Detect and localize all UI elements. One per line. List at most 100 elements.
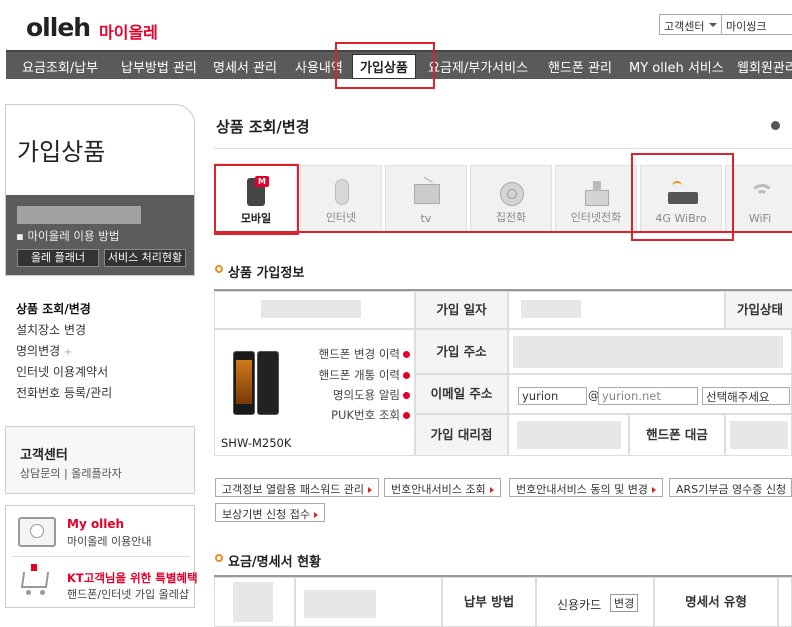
telephone-icon [498, 178, 526, 208]
mouse-icon [328, 178, 356, 208]
shopping-cart-icon [20, 564, 52, 598]
tab-tv-label: tv [420, 212, 432, 225]
ars-receipt-button[interactable]: ARS기부금 영수증 신청 [669, 478, 792, 497]
tv-icon [413, 176, 441, 208]
email-domain-select[interactable]: 선택해주세요 [702, 387, 790, 405]
how-to-use-link[interactable]: ▪ 마이올레 이용 방법 [16, 228, 119, 244]
billing-redacted-1 [233, 582, 273, 622]
agency-cell [508, 414, 629, 456]
kt-promo-sub[interactable]: 핸드폰/인터넷 가입 올레샵 [67, 586, 189, 602]
tab-internet[interactable]: 인터넷 [300, 165, 382, 232]
link-separator: | [63, 467, 68, 480]
sidebar-header-box: 가입상품 ▪ 마이올레 이용 방법 올레 플래너 서비스 처리현황 [5, 104, 195, 276]
wifi-icon [748, 178, 776, 208]
help-dot-icon[interactable] [771, 121, 780, 130]
tab-tv[interactable]: tv [385, 165, 467, 232]
number-guide-consent-button[interactable]: 번호안내서비스 동의 및 변경 [509, 478, 663, 497]
sidebar-item-phone-register[interactable]: 전화번호 등록/관리 [16, 384, 112, 401]
join-date-cell [508, 291, 725, 329]
arrow-icon [403, 372, 410, 379]
nav-statement[interactable]: 명세서 관리 [213, 57, 277, 76]
btn-label: ARS기부금 영수증 신청 [676, 483, 787, 496]
btn-label: 번호안내서비스 동의 및 변경 [516, 483, 648, 496]
highlight-box-mobile [214, 164, 299, 235]
arrow-icon [403, 412, 410, 419]
phone-open-history-link[interactable]: 핸드폰 개통 이력 [319, 367, 410, 383]
user-name-redacted [17, 206, 141, 224]
section-billing-title: 요금/명세서 현황 [228, 555, 321, 570]
search-category-value: 고객센터 [664, 20, 705, 33]
billing-redacted-2 [304, 590, 376, 618]
compensation-upgrade-button[interactable]: 보상기변 신청 접수 [215, 503, 325, 522]
billing-cell-1 [214, 577, 295, 627]
olleh-plaza-link[interactable]: 올레플라자 [71, 467, 122, 480]
sidebar-item-contract[interactable]: 인터넷 이용계약서 [16, 363, 108, 380]
olleh-planner-button[interactable]: 올레 플래너 [17, 249, 99, 267]
plus-icon: + [64, 347, 73, 358]
tab-internet-label: 인터넷 [325, 211, 357, 224]
billing-cell-2 [295, 577, 442, 627]
tab-wifi[interactable]: WiFi [725, 165, 792, 232]
nav-phone[interactable]: 핸드폰 관리 [548, 57, 612, 76]
btn-label: 고객정보 열람용 패스워드 관리 [222, 483, 365, 496]
kt-promo-title[interactable]: KT고객님을 위한 특별혜택 [67, 570, 198, 586]
product-name-cell [214, 291, 415, 329]
name-change-label: 명의변경 [16, 344, 61, 358]
btn-label: 번호안내서비스 조회 [391, 483, 486, 496]
email-domain-input[interactable]: yurion.net [598, 387, 698, 405]
puk-lookup-link[interactable]: PUK번호 조회 [331, 407, 410, 423]
internet-phone-icon [583, 178, 611, 208]
search-category-select[interactable]: 고객센터 [659, 14, 722, 35]
chevron-down-icon [709, 23, 717, 27]
phone-back-image [257, 351, 279, 415]
nav-payment-method[interactable]: 납부방법 관리 [121, 57, 197, 76]
section-bullet-icon [215, 554, 223, 562]
nav-my-services[interactable]: MY olleh 서비스 [629, 57, 724, 76]
myolleh-promo-title[interactable]: My olleh [67, 517, 124, 531]
number-guide-lookup-button[interactable]: 번호안내서비스 조회 [384, 478, 501, 497]
sidebar-item-name-change[interactable]: 명의변경 + [16, 342, 72, 359]
password-manage-button[interactable]: 고객정보 열람용 패스워드 관리 [215, 478, 380, 497]
tab-internet-phone-label: 인터넷전화 [570, 211, 622, 224]
search-input[interactable]: 마이씽크 [722, 14, 792, 35]
nav-web-member[interactable]: 웹회원관리 [737, 57, 792, 76]
arrow-right-icon [651, 487, 656, 493]
link-label: 명의도용 알림 [332, 388, 400, 402]
section-product-info-title: 상품 가입정보 [228, 266, 305, 281]
section-bullet-icon [215, 265, 223, 273]
join-address-header: 가입 주소 [415, 329, 508, 374]
myolleh-promo-sub[interactable]: 마이올레 이용안내 [67, 533, 151, 549]
promo-box: My olleh 마이올레 이용안내 KT고객님을 위한 특별혜택 핸드폰/인터… [5, 505, 198, 608]
identity-theft-alert-link[interactable]: 명의도용 알림 [333, 387, 410, 403]
highlight-box [335, 42, 435, 89]
address-redacted [513, 336, 783, 368]
olleh-logo[interactable]: olleh [26, 13, 91, 42]
arrow-icon [403, 351, 410, 358]
service-status-button[interactable]: 서비스 처리현황 [104, 249, 186, 267]
highlight-box-wibro [631, 153, 734, 241]
myolleh-logo-text[interactable]: 마이올레 [99, 19, 158, 43]
sidebar-item-install-location[interactable]: 설치장소 변경 [16, 321, 86, 338]
phone-change-history-link[interactable]: 핸드폰 변경 이력 [319, 346, 410, 362]
bill-type-header: 명세서 유형 [654, 577, 778, 627]
consult-link[interactable]: 상담문의 [20, 467, 60, 480]
email-user-input[interactable]: yurion [518, 387, 587, 405]
pay-method-change-button[interactable]: 변경 [610, 594, 639, 612]
product-name-redacted [261, 300, 361, 318]
tab-internet-phone[interactable]: 인터넷전화 [555, 165, 637, 232]
nav-billing[interactable]: 요금조회/납부 [22, 57, 98, 76]
agency-header: 가입 대리점 [415, 414, 508, 456]
phone-price-header: 핸드폰 대금 [629, 414, 725, 456]
pay-method-value: 신용카드 [557, 598, 602, 612]
title-divider [214, 148, 792, 149]
tab-home-phone[interactable]: 집전화 [470, 165, 552, 232]
join-status-header: 가입상태 [725, 291, 792, 329]
sidebar-item-product-view[interactable]: 상품 조회/변경 [16, 300, 91, 317]
join-date-header: 가입 일자 [415, 291, 508, 329]
arrow-right-icon [368, 487, 373, 493]
pay-method-cell: 신용카드 변경 [536, 577, 654, 627]
nav-plans[interactable]: 요금제/부가서비스 [428, 57, 528, 76]
sidebar-title: 가입상품 [17, 138, 106, 166]
join-address-cell [508, 329, 792, 374]
link-label: PUK번호 조회 [331, 408, 400, 422]
